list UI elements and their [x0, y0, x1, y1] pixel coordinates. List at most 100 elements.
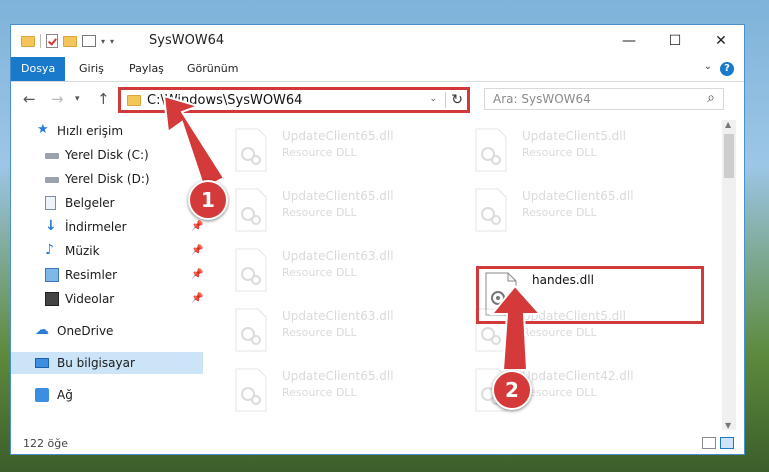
file-type: Resource DLL: [282, 386, 357, 399]
dll-file-icon: [235, 128, 267, 172]
callout-badge-2: 2: [492, 370, 532, 410]
file-type: Resource DLL: [522, 326, 597, 339]
file-item[interactable]: UpdateClient5.dll Resource DLL: [474, 126, 684, 180]
sidebar-item-label: Ağ: [57, 388, 73, 402]
sidebar-item-pictures[interactable]: Resimler 📌: [11, 264, 203, 286]
pin-icon[interactable]: 📌: [191, 288, 203, 310]
sidebar-item-onedrive[interactable]: ☁ OneDrive: [11, 320, 203, 342]
download-icon: ↓: [45, 218, 57, 234]
address-bar[interactable]: C:\Windows\SysWOW64 ⌄ ↻: [118, 87, 470, 113]
file-item[interactable]: UpdateClient63.dll Resource DLL: [234, 246, 444, 300]
file-name: UpdateClient63.dll: [282, 309, 394, 323]
status-bar: 122 öğe: [11, 434, 744, 454]
folder-icon: [21, 35, 35, 47]
forward-arrow-icon[interactable]: →: [51, 90, 64, 108]
drive-icon: [45, 177, 59, 183]
videos-icon: [45, 292, 59, 306]
pin-icon[interactable]: 📌: [191, 264, 203, 286]
back-arrow-icon[interactable]: ←: [23, 90, 36, 108]
sidebar-item-network[interactable]: Ağ: [11, 384, 203, 406]
tab-gorunum[interactable]: Görünüm: [177, 57, 248, 81]
sidebar-item-label: Müzik: [65, 244, 100, 258]
sidebar-item-this-pc[interactable]: Bu bilgisayar: [11, 352, 203, 374]
file-item[interactable]: UpdateClient65.dll Resource DLL: [474, 186, 684, 240]
dll-file-icon: [475, 128, 507, 172]
properties-icon[interactable]: [82, 35, 96, 47]
file-item[interactable]: UpdateClient65.dll Resource DLL: [234, 126, 444, 180]
sidebar-item-local-disk-d[interactable]: Yerel Disk (D:): [11, 168, 203, 190]
cloud-icon: ☁: [35, 322, 49, 338]
dll-file-icon: [235, 188, 267, 232]
dll-file-icon: [235, 308, 267, 352]
pictures-icon: [45, 268, 59, 282]
dll-file-icon: [475, 188, 507, 232]
quick-access-toolbar: ▾ ▾: [21, 34, 114, 48]
file-item[interactable]: UpdateClient65.dll Resource DLL: [234, 366, 444, 420]
tab-giris[interactable]: Giriş: [69, 57, 114, 81]
file-type: Resource DLL: [282, 326, 357, 339]
file-name: UpdateClient42.dll: [522, 369, 634, 383]
network-icon: [35, 388, 49, 402]
chevron-down-icon[interactable]: ⌄: [429, 94, 437, 104]
address-path[interactable]: C:\Windows\SysWOW64: [147, 93, 302, 108]
sidebar-item-videos[interactable]: Videolar 📌: [11, 288, 203, 310]
customize-toolbar-icon[interactable]: ▾: [110, 37, 114, 46]
search-icon[interactable]: ⌕: [707, 90, 715, 106]
ribbon-tabs: Dosya Giriş Paylaş Görünüm ⌄ ?: [11, 57, 744, 82]
search-input[interactable]: Ara: SysWOW64 ⌕: [484, 88, 724, 110]
close-button[interactable]: ✕: [698, 25, 744, 57]
tab-paylas[interactable]: Paylaş: [119, 57, 174, 81]
pin-icon[interactable]: 📌: [191, 216, 203, 238]
file-type: Resource DLL: [522, 206, 597, 219]
sidebar-item-label: OneDrive: [57, 324, 114, 338]
sidebar-item-local-disk-c[interactable]: Yerel Disk (C:): [11, 144, 203, 166]
pin-icon[interactable]: 📌: [191, 240, 203, 262]
chevron-down-icon[interactable]: ▾: [101, 37, 105, 46]
sidebar-item-downloads[interactable]: ↓ İndirmeler 📌: [11, 216, 203, 238]
new-folder-icon[interactable]: [63, 35, 77, 47]
star-icon: ★: [37, 122, 49, 137]
dll-file-icon: [235, 368, 267, 412]
vertical-scrollbar[interactable]: ▲ ▼: [722, 120, 736, 430]
scroll-down-icon[interactable]: ▼: [725, 421, 731, 430]
navigation-bar: ← → ▾ ↑ C:\Windows\SysWOW64 ⌄ ↻ Ara: Sys…: [11, 82, 744, 116]
callout-badge-1: 1: [188, 180, 228, 220]
file-item[interactable]: UpdateClient63.dll Resource DLL: [234, 306, 444, 360]
recent-locations-icon[interactable]: ▾: [75, 94, 80, 104]
search-placeholder: Ara: SysWOW64: [493, 92, 591, 106]
file-name: UpdateClient65.dll: [282, 129, 394, 143]
drive-icon: [45, 153, 59, 159]
window-title: SysWOW64: [149, 33, 225, 48]
file-name: UpdateClient65.dll: [282, 369, 394, 383]
sidebar-item-quick-access[interactable]: ★ Hızlı erişim: [11, 120, 203, 142]
file-name: UpdateClient65.dll: [282, 189, 394, 203]
maximize-button[interactable]: ☐: [652, 25, 698, 57]
sidebar-item-label: Videolar: [65, 292, 115, 306]
computer-icon: [35, 358, 49, 368]
sidebar-item-label: Bu bilgisayar: [57, 356, 135, 370]
large-icons-view-icon[interactable]: [720, 437, 734, 449]
up-arrow-icon[interactable]: ↑: [97, 90, 110, 108]
sidebar-item-label: Yerel Disk (D:): [65, 172, 150, 186]
file-item[interactable]: UpdateClient65.dll Resource DLL: [234, 186, 444, 240]
file-type: Resource DLL: [522, 146, 597, 159]
sidebar-item-label: Hızlı erişim: [57, 124, 124, 138]
file-highlight-box: [476, 266, 704, 324]
tab-dosya[interactable]: Dosya: [11, 57, 66, 81]
details-view-icon[interactable]: [702, 437, 716, 449]
minimize-button[interactable]: —: [606, 25, 652, 57]
sidebar-item-documents[interactable]: Belgeler 📌: [11, 192, 203, 214]
help-icon[interactable]: ?: [720, 62, 734, 76]
refresh-icon[interactable]: ↻: [445, 92, 463, 108]
toolbar-divider: [40, 34, 41, 48]
sidebar-item-music[interactable]: ♪ Müzik 📌: [11, 240, 203, 262]
file-name: UpdateClient65.dll: [522, 189, 634, 203]
file-type: Resource DLL: [282, 206, 357, 219]
dll-file-icon: [235, 248, 267, 292]
sidebar-item-label: Resimler: [65, 268, 118, 282]
scroll-up-icon[interactable]: ▲: [725, 120, 731, 129]
properties-check-icon[interactable]: [46, 34, 58, 48]
scrollbar-thumb[interactable]: [724, 134, 734, 178]
item-count: 122 öğe: [23, 437, 68, 450]
ribbon-expand-icon[interactable]: ⌄: [704, 61, 712, 72]
